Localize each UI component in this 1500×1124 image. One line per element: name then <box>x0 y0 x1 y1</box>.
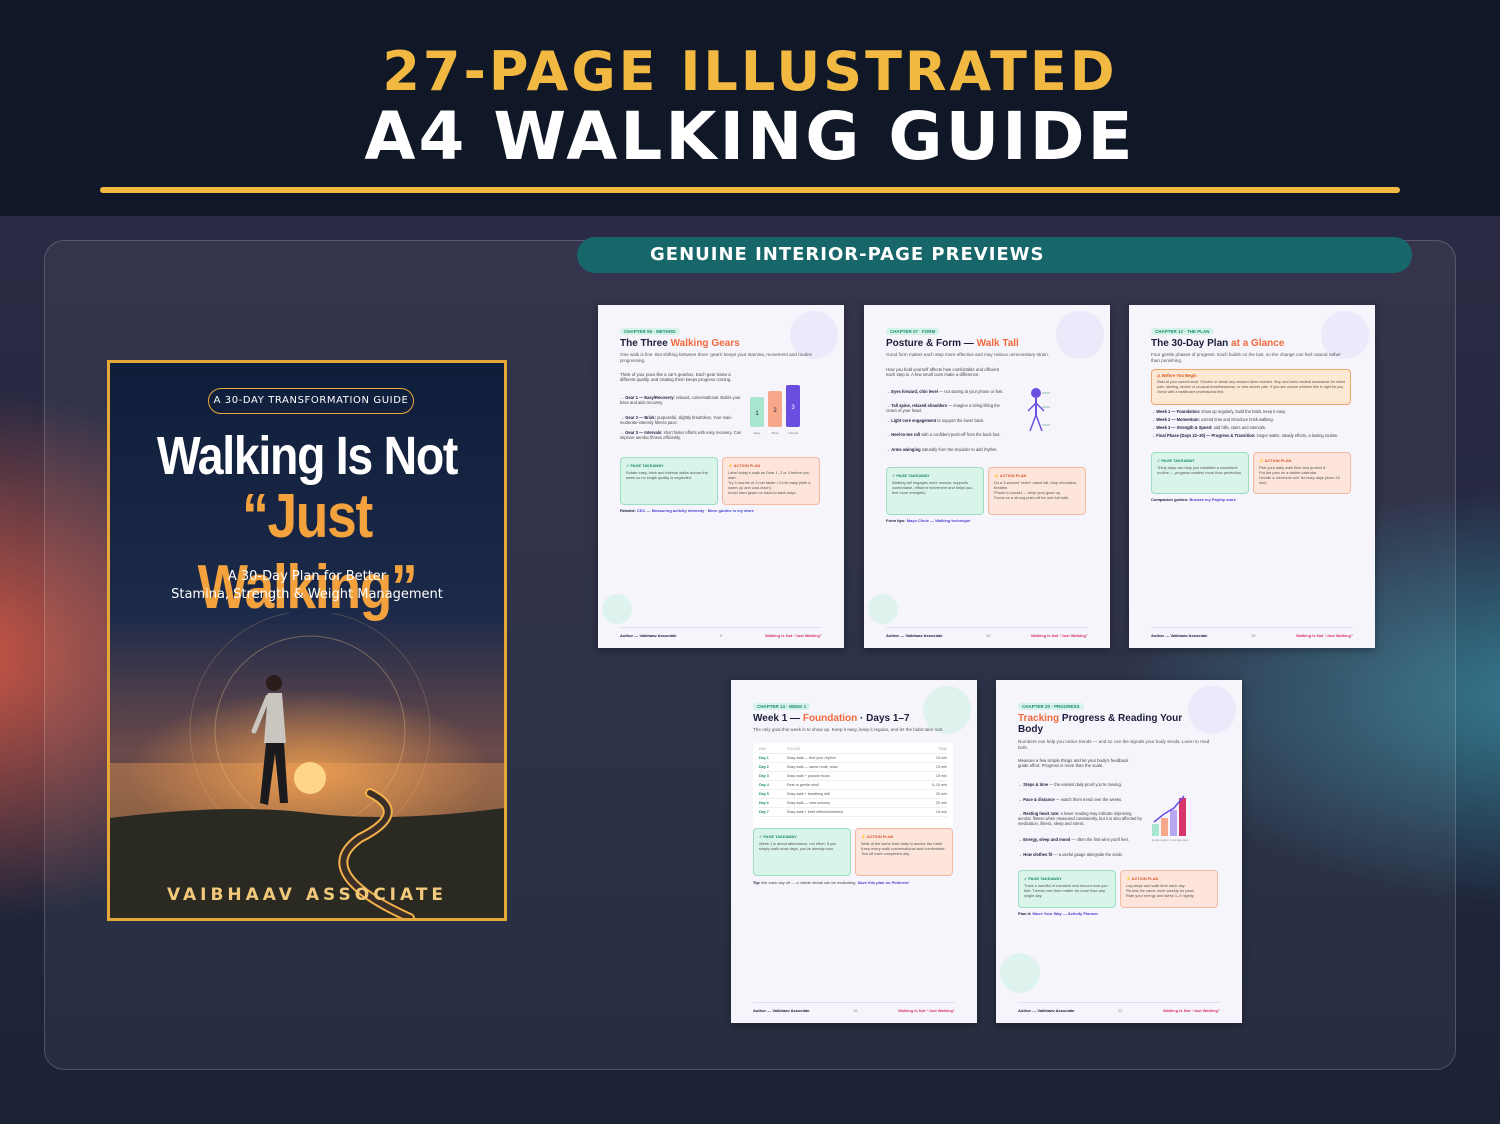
week-1-table: DAY FOCUS TIME Day 1 Easy walk — find your … <box>753 743 953 829</box>
bullet-item: → Gear 3 — Intervals: short faster effor… <box>620 430 742 441</box>
chapter-label: CHAPTER 07 · FORM <box>886 328 940 335</box>
table-row: Day 3 Easy walk + posture focus 15 min <box>759 772 947 781</box>
preview-page-week-1: CHAPTER 13 · WEEK 1 Week 1 — Foundation … <box>731 680 977 1023</box>
page-subtitle: Good form makes each step more effective… <box>886 352 1050 357</box>
gear-name-2: Brisk <box>772 431 779 435</box>
preview-page-posture-form: CHAPTER 07 · FORM Posture & Form — Walk … <box>864 305 1110 648</box>
page-takeaway-box: ✓ PAGE TAKEAWAY Track a handful of numbe… <box>1018 870 1116 908</box>
page-title: Posture & Form — Walk Tall <box>886 338 1019 349</box>
bullet-item: → Gear 1 — Easy/Recovery: relaxed, conve… <box>620 395 741 406</box>
page-takeaway-box: ✓ PAGE TAKEAWAY Week 1 is about attendan… <box>753 828 851 876</box>
cover-author: VAIBHAAV ASSOCIATE <box>166 885 448 905</box>
table-row: Day 1 Easy walk — find your rhythm 15 min <box>759 754 947 763</box>
cover-subtitle-line-1: A 30-Day Plan for Better <box>227 569 387 584</box>
action-plan-box: ⚡ ACTION PLAN Pick your daily walk time … <box>1253 452 1351 494</box>
page-title: The 30-Day Plan at a Glance <box>1151 338 1285 349</box>
page-takeaway-box: ✓ PAGE TAKEAWAY Thirty days can help you… <box>1151 452 1249 494</box>
bullet-item: → Light core engagement to support the l… <box>886 418 985 423</box>
title-line-2: A4 WALKING GUIDE <box>364 98 1136 175</box>
title-divider <box>100 187 1400 193</box>
page-subtitle: The only goal this week is to show up. K… <box>753 727 944 732</box>
bullet-item: → Week 1 — Foundation: show up regularly… <box>1151 409 1286 414</box>
bullet-item: → Arms swinging naturally from the shoul… <box>886 447 998 452</box>
bullet-item: → Gear 2 — Brisk: purposeful, slightly b… <box>620 415 732 426</box>
cover-subtitle: A 30-Day Plan for Better Stamina, Streng… <box>110 568 504 604</box>
table-row: Day 5 Easy walk + breathing drill 20 min <box>759 790 947 799</box>
table-row: Day 4 Rest or gentle stroll 0–10 min <box>759 781 947 790</box>
cover-tag: A 30-DAY TRANSFORMATION GUIDE <box>208 388 414 414</box>
chapter-label: CHAPTER 12 · THE PLAN <box>1151 328 1214 335</box>
page-body: Measure a few simple things and let your… <box>1018 758 1129 769</box>
page-body: Think of your pace like a car's gearbox.… <box>620 372 732 383</box>
gear-name-1: Easy <box>754 431 761 435</box>
bullet-item: → Final Phase (Days 22–30) — Progress & … <box>1151 433 1339 438</box>
page-title: Week 1 — Foundation · Days 1–7 <box>753 713 910 724</box>
progress-chart-icon: trends matter, not single days <box>1152 795 1189 842</box>
cover-subtitle-line-2: Stamina, Strength & Weight Management <box>171 587 443 602</box>
page-subtitle: Numbers can help you notice trends — and… <box>1018 739 1210 750</box>
related-links[interactable]: Plan it: Move Your Way — Activity Planne… <box>1018 911 1098 916</box>
book-cover: A 30-DAY TRANSFORMATION GUIDE Walking Is… <box>107 360 507 921</box>
table-row: Day 2 Easy walk — same route, relax 15 min <box>759 763 947 772</box>
related-links[interactable]: Related: CDC — Measuring activity intens… <box>620 508 754 513</box>
related-links[interactable]: Tip: tick each day off — a visible strea… <box>753 880 909 885</box>
chapter-label: CHAPTER 20 · PROGRESS <box>1018 703 1084 710</box>
preview-page-walking-gears: CHAPTER 06 · METHOD The Three Walking Ge… <box>598 305 844 648</box>
table-row: Day 6 Easy walk — new scenery 20 min <box>759 799 947 808</box>
bullet-item: → Pace & distance — watch them trend ove… <box>1018 797 1123 802</box>
bullet-item: → Resting heart rate: a lower reading ma… <box>1018 811 1142 827</box>
page-title: Tracking Progress & Reading Your Body <box>1018 713 1183 735</box>
bullet-item: → Tall spine, relaxed shoulders — imagin… <box>886 403 1000 414</box>
preview-badge: GENUINE INTERIOR-PAGE PREVIEWS <box>577 237 1412 273</box>
bullet-item: → Week 3 — Strength & Speed: add hills, … <box>1151 425 1267 430</box>
table-header: DAY FOCUS TIME <box>759 745 947 754</box>
bullet-item: → Week 2 — Momentum: extend time and int… <box>1151 417 1274 422</box>
chapter-label: CHAPTER 06 · METHOD <box>620 328 680 335</box>
bullet-item: → Heel-to-toe roll with a confident push… <box>886 432 1001 437</box>
bullet-item: → Eyes forward, chin level — not staring… <box>886 389 1004 394</box>
posture-figure-icon <box>1027 388 1050 432</box>
action-plan-box: ⚡ ACTION PLAN Label today's walk as Gear… <box>722 457 820 505</box>
warning-box: ⚠ Before You Begin Start at your current… <box>1151 369 1351 405</box>
page-subtitle: One walk is fine. But shifting between t… <box>620 352 813 363</box>
bullet-item: → Energy, sleep and mood — often the fir… <box>1018 837 1129 842</box>
chapter-label: CHAPTER 13 · WEEK 1 <box>753 703 811 710</box>
chart-caption: trends matter, not single days <box>1152 838 1189 842</box>
related-links[interactable]: Companion guides: Browse my Payhip store <box>1151 497 1236 502</box>
header: 27-PAGE ILLUSTRATED A4 WALKING GUIDE <box>0 0 1500 216</box>
preview-page-30-day-plan: CHAPTER 12 · THE PLAN The 30-Day Plan at… <box>1129 305 1375 648</box>
page-subtitle: Four gentle phases of progress. Each bui… <box>1151 352 1341 363</box>
cover-title-line-1: Walking Is Not <box>156 426 458 486</box>
gears-bar-chart: 1 2 3 Easy Brisk Interval <box>750 385 800 435</box>
walker-illustration <box>110 613 504 918</box>
page-takeaway-box: ✓ PAGE TAKEAWAY Rotate easy, brisk and i… <box>620 457 718 505</box>
related-links[interactable]: Form tips: Mayo Clinic — Walking techniq… <box>886 518 970 523</box>
page-takeaway-box: ✓ PAGE TAKEAWAY Walking tall engages mor… <box>886 467 984 515</box>
gear-name-3: Interval <box>788 431 798 435</box>
page-title: The Three Walking Gears <box>620 338 740 349</box>
bullet-item: → Steps & time — the easiest daily proof… <box>1018 782 1122 787</box>
title-line-1: 27-PAGE ILLUSTRATED <box>382 40 1118 103</box>
action-plan-box: ⚡ ACTION PLAN Do a 3-second 'reset': sta… <box>988 467 1086 515</box>
bullet-item: → How clothes fit — a useful gauge along… <box>1018 852 1123 857</box>
preview-page-tracking-progress: CHAPTER 20 · PROGRESS Tracking Progress … <box>996 680 1242 1023</box>
page-body: How you hold yourself affects how comfor… <box>886 367 1000 378</box>
table-row: Day 7 Easy walk + brief reflection/stretc… <box>759 808 947 817</box>
action-plan-box: ⚡ ACTION PLAN Log steps and walk time ea… <box>1120 870 1218 908</box>
action-plan-box: ⚡ ACTION PLAN Walk at the same time dail… <box>855 828 953 876</box>
